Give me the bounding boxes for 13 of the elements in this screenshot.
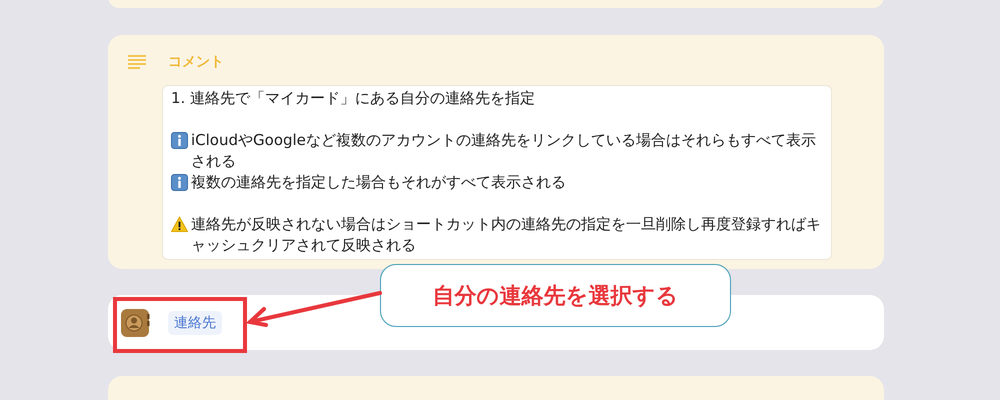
warning-icon (171, 216, 188, 233)
info-icon (171, 174, 188, 191)
contact-book-icon (120, 308, 150, 338)
comment-line: 連絡先が反映されない場合はショートカット内の連絡先の指定を一旦削除し再度登録すればキャッシュクリアされて反映される (191, 214, 822, 256)
comment-line: 複数の連絡先を指定した場合もそれがすべて表示される (191, 172, 566, 193)
info-icon (171, 132, 188, 149)
comment-text-field[interactable]: 1. 連絡先で「マイカード」にある自分の連絡先を指定 iCloudやGoogleなど複数のアカウントの連絡先をリンクしている場合はそれらもすべて表示される 複数の連絡先を指定した場合もそれがすべて表示される 連絡先が反映されない場合はショートカット内の連絡先の指定を一旦削除し再度登録すればキャッシュクリアされて反映される (162, 85, 832, 260)
contacts-token[interactable]: 連絡先 (168, 310, 222, 334)
text-lines-icon (128, 55, 146, 69)
comment-line: 1. 連絡先で「マイカード」にある自分の連絡先を指定 (171, 88, 536, 109)
comment-title: コメント (168, 53, 224, 71)
comment-line: iCloudやGoogleなど複数のアカウントの連絡先をリンクしている場合はそれらもすべて表示される (191, 130, 817, 172)
callout-bubble: 自分の連絡先を選択する (380, 264, 731, 327)
